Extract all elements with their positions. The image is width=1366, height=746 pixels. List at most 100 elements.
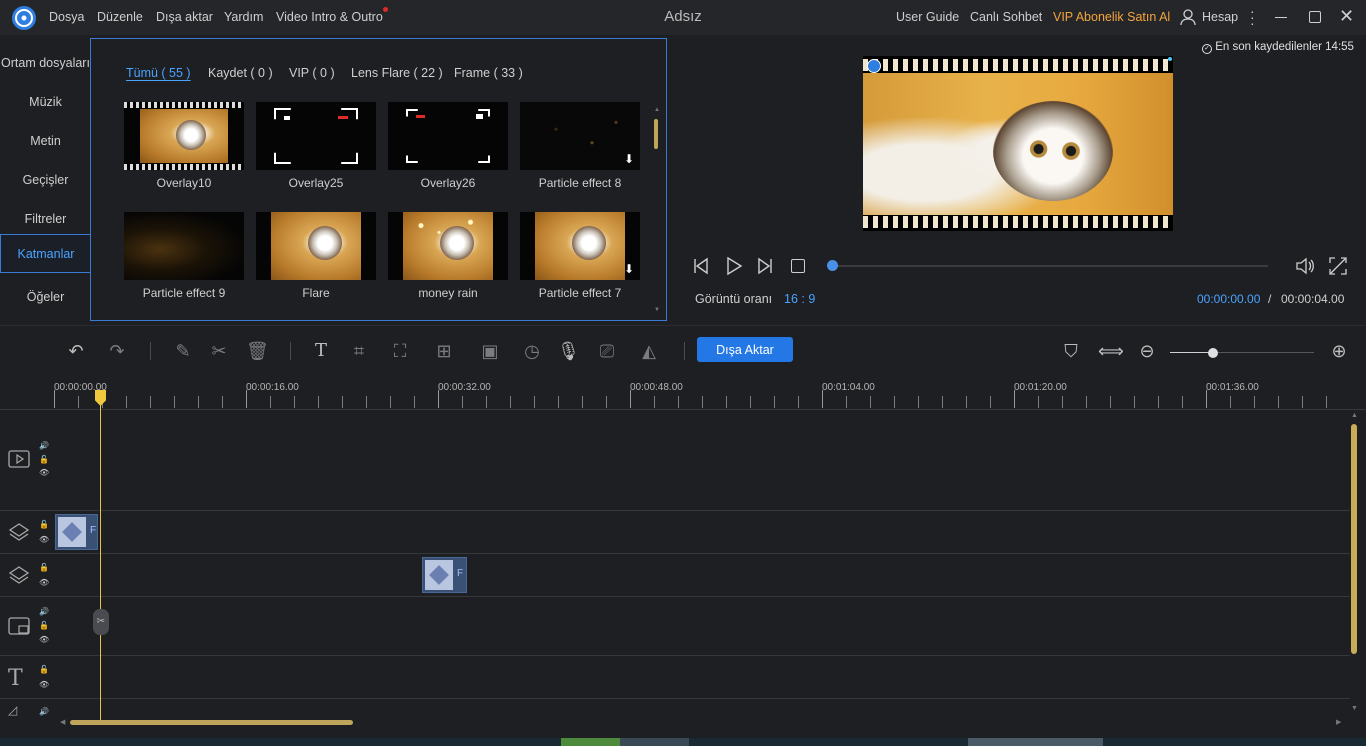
resize-icon[interactable]: ⛶ — [389, 340, 411, 362]
category-lens-flare[interactable]: Lens Flare ( 22 ) — [351, 66, 443, 80]
scroll-right-icon[interactable]: ▶ — [1336, 718, 1341, 726]
track-lock-icon[interactable]: 🔓 — [39, 563, 49, 572]
timeline-ruler[interactable]: 00:00:00.00 00:00:16.00 00:00:32.00 00:0… — [0, 372, 1366, 410]
library-scrollbar[interactable] — [654, 119, 658, 149]
track-visibility-icon[interactable]: 👁 — [39, 468, 49, 477]
volume-icon[interactable] — [1295, 256, 1315, 281]
playback-progress-track[interactable] — [832, 265, 1268, 267]
taskbar-item[interactable] — [968, 738, 1103, 746]
paint-fill-icon[interactable]: ◭ — [638, 340, 660, 362]
download-icon[interactable]: ⬇ — [624, 262, 634, 276]
playhead-line[interactable] — [100, 396, 101, 721]
vip-subscribe-link[interactable]: VIP Abonelik Satın Al — [1053, 10, 1170, 24]
overlay-thumb-particle-effect-7[interactable]: ⬇ — [520, 212, 640, 280]
redo-icon[interactable]: ↷ — [106, 340, 128, 362]
tab-elements[interactable]: Öğeler — [0, 277, 91, 316]
menu-export[interactable]: Dışa aktar — [156, 10, 213, 24]
menu-file[interactable]: Dosya — [49, 10, 84, 24]
tab-text[interactable]: Metin — [0, 121, 91, 160]
user-icon[interactable] — [1180, 8, 1196, 31]
tab-transitions[interactable]: Geçişler — [0, 160, 91, 199]
category-saved[interactable]: Kaydet ( 0 ) — [208, 66, 273, 80]
audio-track[interactable]: ◿ 🔊 — [0, 699, 1350, 720]
overlay-track-1[interactable]: 🔓 👁 F — [0, 511, 1350, 554]
overlay-thumb-overlay10[interactable] — [124, 102, 244, 170]
close-icon[interactable]: ✕ — [1339, 6, 1354, 27]
overlay-clip[interactable]: F — [422, 557, 467, 593]
track-mute-icon[interactable]: 🔊 — [39, 607, 49, 616]
split-scissors-icon[interactable]: ✂ — [93, 609, 109, 635]
overlay-thumb-particle-effect-8[interactable]: ⬇ — [520, 102, 640, 170]
timeline-vertical-scrollbar[interactable] — [1351, 424, 1357, 654]
cut-scissors-icon[interactable]: ✂ — [208, 340, 230, 362]
track-visibility-icon[interactable]: 👁 — [39, 635, 49, 644]
video-track[interactable]: 🔊 🔓 👁 — [0, 410, 1350, 511]
zoom-out-icon[interactable]: ⊖ — [1136, 340, 1158, 362]
overlay-clip[interactable]: F — [55, 514, 98, 550]
zoom-slider-handle[interactable] — [1208, 348, 1219, 358]
live-chat-link[interactable]: Canlı Sohbet — [970, 10, 1042, 24]
play-icon[interactable] — [724, 256, 744, 281]
zoom-in-icon[interactable]: ⊕ — [1328, 340, 1350, 362]
taskbar-item[interactable] — [620, 738, 689, 746]
overlay-thumb-particle-effect-9[interactable] — [124, 212, 244, 280]
export-button[interactable]: Dışa Aktar — [697, 337, 793, 362]
playback-progress-handle[interactable] — [827, 260, 838, 271]
overlay-thumb-overlay26[interactable] — [388, 102, 508, 170]
download-icon[interactable]: ⬇ — [624, 152, 634, 166]
restore-icon[interactable] — [1309, 11, 1321, 23]
scroll-up-icon[interactable]: ▲ — [1351, 412, 1358, 419]
taskbar-item[interactable] — [561, 738, 620, 746]
undo-icon[interactable]: ↶ — [65, 340, 87, 362]
overlay-track-2[interactable]: 🔓 👁 F — [0, 554, 1350, 597]
overlay-thumb-overlay25[interactable] — [256, 102, 376, 170]
track-visibility-icon[interactable]: 👁 — [39, 578, 49, 587]
scroll-down-icon[interactable]: ▼ — [1351, 705, 1358, 712]
tab-overlays[interactable]: Katmanlar — [0, 234, 91, 273]
category-frame[interactable]: Frame ( 33 ) — [454, 66, 523, 80]
video-preview[interactable] — [863, 56, 1173, 231]
menu-edit[interactable]: Düzenle — [97, 10, 143, 24]
freeze-frame-icon[interactable]: ▣ — [479, 340, 501, 362]
minimize-icon[interactable] — [1275, 17, 1287, 18]
timeline-horizontal-scrollbar[interactable] — [70, 720, 353, 725]
text-tool-icon[interactable]: T — [310, 340, 332, 362]
mosaic-icon[interactable]: ⊞ — [433, 340, 455, 362]
stop-icon[interactable] — [791, 259, 805, 273]
track-visibility-icon[interactable]: 👁 — [39, 680, 49, 689]
tab-music[interactable]: Müzik — [0, 82, 91, 121]
account-link[interactable]: Hesap — [1202, 10, 1238, 24]
microphone-icon[interactable]: 🎙 — [557, 340, 580, 362]
fit-timeline-icon[interactable]: ⟺ — [1098, 340, 1124, 362]
more-menu-icon[interactable]: · · · — [1250, 4, 1255, 30]
screen-record-icon[interactable]: ⎚ — [596, 340, 618, 362]
menu-help[interactable]: Yardım — [224, 10, 263, 24]
track-lock-icon[interactable]: 🔓 — [39, 665, 49, 674]
aspect-ratio-value[interactable]: 16 : 9 — [784, 292, 815, 306]
category-all[interactable]: Tümü ( 55 ) — [126, 66, 191, 80]
tab-media[interactable]: Ortam dosyaları — [0, 43, 91, 82]
fullscreen-icon[interactable] — [1329, 257, 1347, 280]
next-frame-icon[interactable] — [756, 257, 774, 280]
tab-filters[interactable]: Filtreler — [0, 199, 91, 238]
scroll-down-icon[interactable]: ▼ — [654, 307, 660, 313]
duration-clock-icon[interactable]: ◷ — [521, 340, 543, 362]
previous-frame-icon[interactable] — [692, 257, 710, 280]
text-track[interactable]: T 🔓 👁 — [0, 656, 1350, 699]
track-lock-icon[interactable]: 🔓 — [39, 520, 49, 529]
app-logo-icon[interactable] — [12, 6, 36, 30]
menu-video-intro-outro[interactable]: Video Intro & Outro — [276, 10, 383, 24]
track-visibility-icon[interactable]: 👁 — [39, 535, 49, 544]
scroll-left-icon[interactable]: ◀ — [60, 718, 65, 726]
scroll-up-icon[interactable]: ▲ — [654, 107, 660, 113]
user-guide-link[interactable]: User Guide — [896, 10, 959, 24]
track-lock-icon[interactable]: 🔓 — [39, 455, 49, 464]
track-lock-icon[interactable]: 🔓 — [39, 621, 49, 630]
overlay-thumb-money-rain[interactable] — [388, 212, 508, 280]
pip-track[interactable]: 🔊 🔓 👁 — [0, 597, 1350, 656]
marker-icon[interactable]: ⛉ — [1060, 340, 1082, 362]
track-mute-icon[interactable]: 🔊 — [39, 441, 49, 450]
edit-pencil-icon[interactable]: ✎ — [172, 340, 194, 362]
crop-icon[interactable]: ⌗ — [348, 340, 370, 362]
delete-trash-icon[interactable]: 🗑 — [246, 340, 269, 362]
